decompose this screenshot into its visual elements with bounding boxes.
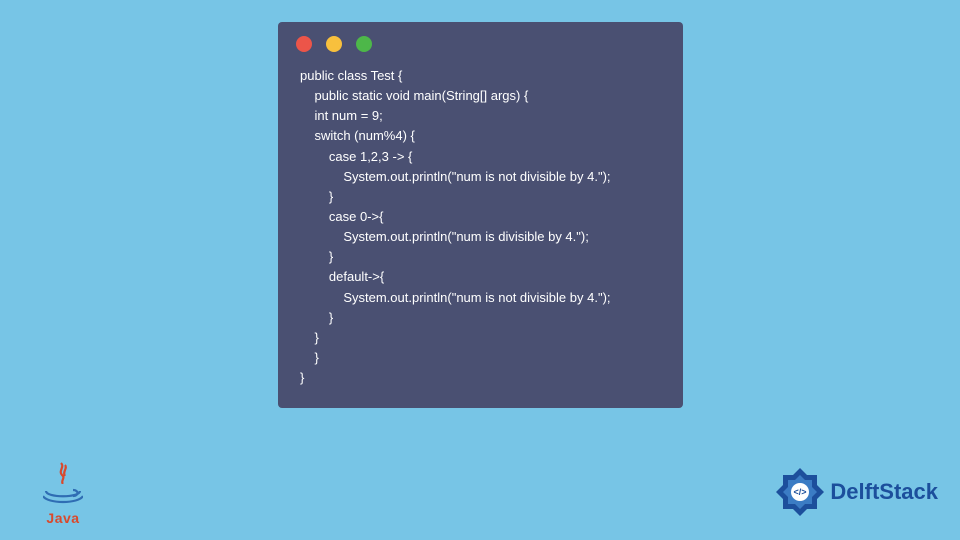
code-window: public class Test { public static void m… [278,22,683,408]
code-block: public class Test { public static void m… [278,60,683,392]
minimize-icon [326,36,342,52]
close-icon [296,36,312,52]
java-cup-icon [43,468,83,512]
delftstack-logo-label: DelftStack [830,479,938,505]
delftstack-logo: </> DelftStack [774,466,938,518]
svg-text:</>: </> [794,487,807,497]
maximize-icon [356,36,372,52]
delftstack-badge-icon: </> [774,466,826,518]
window-titlebar [278,22,683,60]
java-logo-label: Java [46,510,79,526]
java-logo: Java [32,456,94,526]
